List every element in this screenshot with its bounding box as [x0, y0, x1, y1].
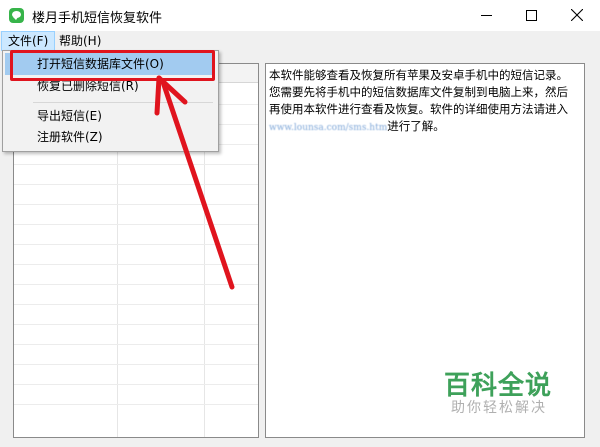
watermark-subtitle: 助你轻松解决: [451, 400, 547, 416]
